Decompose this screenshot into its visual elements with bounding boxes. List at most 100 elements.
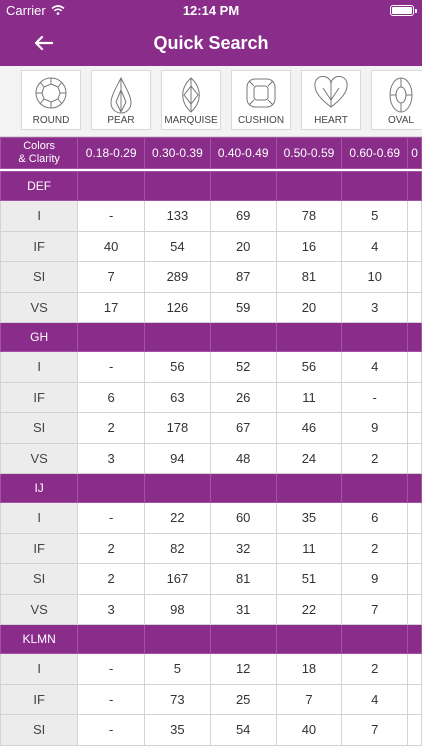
count-cell[interactable]: 40 xyxy=(275,714,343,746)
count-cell[interactable]: 20 xyxy=(275,291,343,323)
count-cell[interactable]: 87 xyxy=(209,261,277,293)
count-cell xyxy=(407,351,422,383)
count-cell[interactable]: 16 xyxy=(275,230,343,262)
count-cell[interactable]: 32 xyxy=(209,532,277,564)
count-cell[interactable]: 60 xyxy=(209,502,277,534)
count-cell[interactable]: 3 xyxy=(77,442,146,474)
clarity-label: I xyxy=(0,200,79,232)
count-cell[interactable]: 35 xyxy=(275,502,343,534)
count-cell[interactable]: 9 xyxy=(341,563,409,595)
heart-diamond-icon xyxy=(314,76,348,108)
count-cell[interactable]: 5 xyxy=(341,200,409,232)
count-cell[interactable]: 35 xyxy=(144,714,211,746)
count-cell[interactable]: 7 xyxy=(341,714,409,746)
count-cell[interactable]: 178 xyxy=(144,412,211,444)
count-cell[interactable]: 25 xyxy=(209,683,277,715)
shape-round[interactable]: ROUND xyxy=(21,70,81,130)
count-cell[interactable]: 59 xyxy=(209,291,277,323)
count-cell[interactable]: 51 xyxy=(275,563,343,595)
count-cell[interactable]: 3 xyxy=(341,291,409,323)
table-row: IF -73 25 7 4 xyxy=(0,683,422,715)
count-cell[interactable]: 11 xyxy=(275,381,343,413)
group-cell xyxy=(77,322,146,352)
count-cell[interactable]: 52 xyxy=(209,351,277,383)
count-cell[interactable]: 6 xyxy=(77,381,146,413)
count-cell[interactable]: 20 xyxy=(209,230,277,262)
count-cell[interactable]: 54 xyxy=(144,230,211,262)
count-cell[interactable]: 7 xyxy=(341,593,409,625)
count-cell[interactable]: 94 xyxy=(144,442,211,474)
count-cell[interactable]: 40 xyxy=(77,230,146,262)
shape-cushion[interactable]: CUSHION xyxy=(231,70,291,130)
shape-oval[interactable]: OVAL xyxy=(371,70,422,130)
count-cell[interactable]: 133 xyxy=(144,200,211,232)
count-cell[interactable]: 2 xyxy=(77,563,146,595)
count-cell[interactable]: 7 xyxy=(275,683,343,715)
count-cell[interactable]: 48 xyxy=(209,442,277,474)
count-cell[interactable]: 7 xyxy=(77,261,146,293)
count-cell[interactable]: 46 xyxy=(275,412,343,444)
count-cell[interactable]: 6 xyxy=(341,502,409,534)
group-cell xyxy=(209,473,277,503)
count-cell[interactable]: 24 xyxy=(275,442,343,474)
count-cell[interactable]: 2 xyxy=(341,653,409,685)
shape-marquise[interactable]: MARQUISE xyxy=(161,70,221,130)
shape-heart[interactable]: HEART xyxy=(301,70,361,130)
group-cell xyxy=(341,624,409,654)
shape-selector[interactable]: ROUND PEAR MARQUISE CUSHION HEART OVAL xyxy=(0,66,422,137)
clarity-label: IF xyxy=(0,230,79,262)
shape-pear[interactable]: PEAR xyxy=(91,70,151,130)
group-cell xyxy=(275,624,343,654)
count-cell[interactable]: 4 xyxy=(341,230,409,262)
count-cell[interactable]: 73 xyxy=(144,683,211,715)
shape-label: CUSHION xyxy=(237,115,285,126)
count-cell: - xyxy=(77,714,146,746)
count-cell[interactable]: 2 xyxy=(341,442,409,474)
clarity-label: SI xyxy=(0,412,79,444)
count-cell[interactable]: 9 xyxy=(341,412,409,444)
count-cell[interactable]: 82 xyxy=(144,532,211,564)
count-cell[interactable]: 81 xyxy=(209,563,277,595)
count-cell[interactable]: 56 xyxy=(144,351,211,383)
table-row: I -5 12 18 2 xyxy=(0,653,422,685)
count-cell[interactable]: 289 xyxy=(144,261,211,293)
battery-icon xyxy=(390,5,417,16)
navigation-bar: Carrier 12:14 PM Quick Search xyxy=(0,0,422,66)
count-cell[interactable]: 4 xyxy=(341,683,409,715)
count-cell[interactable]: 63 xyxy=(144,381,211,413)
count-cell[interactable]: 17 xyxy=(77,291,146,323)
count-cell[interactable]: 18 xyxy=(275,653,343,685)
count-cell[interactable]: 167 xyxy=(144,563,211,595)
shape-label: MARQUISE xyxy=(164,115,218,126)
count-cell[interactable]: 2 xyxy=(341,532,409,564)
status-time: 12:14 PM xyxy=(182,3,240,18)
group-cell xyxy=(209,624,277,654)
count-cell[interactable]: 81 xyxy=(275,261,343,293)
carat-range-header: 0.18-0.29 xyxy=(77,137,146,169)
count-cell[interactable]: 67 xyxy=(209,412,277,444)
count-cell[interactable]: 54 xyxy=(209,714,277,746)
shape-label: HEART xyxy=(314,115,348,126)
count-cell[interactable]: 4 xyxy=(341,351,409,383)
count-cell[interactable]: 98 xyxy=(144,593,211,625)
count-cell[interactable]: 26 xyxy=(209,381,277,413)
count-cell[interactable]: 31 xyxy=(209,593,277,625)
count-cell[interactable]: 5 xyxy=(144,653,211,685)
count-cell[interactable]: 10 xyxy=(341,261,409,293)
count-cell[interactable]: 2 xyxy=(77,532,146,564)
count-cell[interactable]: 22 xyxy=(144,502,211,534)
count-cell[interactable]: 2 xyxy=(77,412,146,444)
table-row: VS 17 126 59 20 3 xyxy=(0,291,422,323)
count-cell[interactable]: 78 xyxy=(275,200,343,232)
column-header-row: Colors & Clarity 0.18-0.29 0.30-0.39 0.40-0.… xyxy=(0,137,422,169)
count-cell xyxy=(407,683,422,715)
count-cell[interactable]: 11 xyxy=(275,532,343,564)
count-cell[interactable]: 22 xyxy=(275,593,343,625)
count-cell[interactable]: 69 xyxy=(209,200,277,232)
count-cell[interactable]: 3 xyxy=(77,593,146,625)
carat-range-header: 0 xyxy=(407,137,422,169)
count-cell[interactable]: 126 xyxy=(144,291,211,323)
count-cell[interactable]: 12 xyxy=(209,653,277,685)
carat-range-header: 0.40-0.49 xyxy=(209,137,277,169)
count-cell[interactable]: 56 xyxy=(275,351,343,383)
